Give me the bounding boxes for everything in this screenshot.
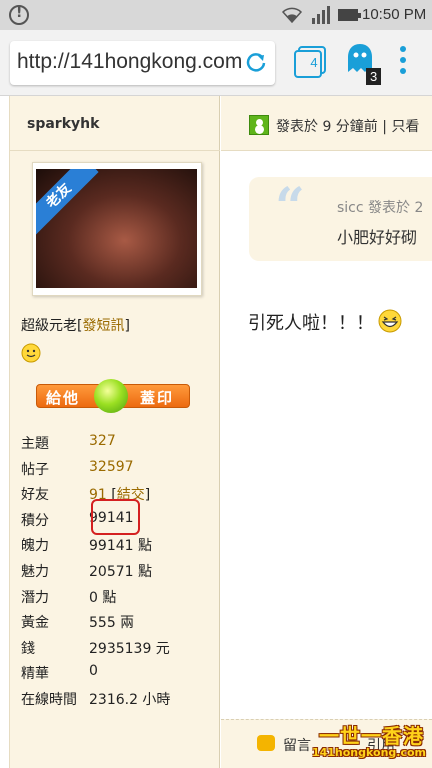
quote-text: 小肥好好砌 <box>337 228 418 247</box>
avatar-ribbon: 老友 <box>36 169 99 236</box>
user-rank: 超級元老[發短訊] <box>21 318 130 334</box>
reload-icon[interactable] <box>245 51 267 73</box>
stat-label: 魅力 <box>21 563 49 580</box>
wifi-icon <box>282 7 302 24</box>
reply-icon[interactable] <box>257 735 275 751</box>
stat-gold: 黃金 555 兩 <box>21 612 216 638</box>
address-bar[interactable]: http://141hongkong.com <box>10 41 275 85</box>
stat-value[interactable]: 327 <box>89 433 116 449</box>
menu-button[interactable] <box>397 46 409 80</box>
stamp-ball-icon <box>94 379 128 413</box>
stat-label: 魄力 <box>21 538 49 555</box>
stat-essence: 精華 0 <box>21 663 216 689</box>
user-stats: 主題 327 帖子 32597 好友 91 [結交] 積分 99141 魄力 9… <box>21 433 216 715</box>
stat-posts: 帖子 32597 <box>21 459 216 485</box>
tabs-button[interactable]: 4 <box>293 45 327 79</box>
avatar[interactable]: 老友 <box>32 162 202 296</box>
stat-courage: 魄力 99141 點 <box>21 535 216 561</box>
view-author-only-link[interactable]: 只看 <box>391 119 419 135</box>
stat-topics: 主題 327 <box>21 433 216 459</box>
give-stamp-button[interactable]: 給他 蓋印 <box>36 379 190 413</box>
post-content: 發表於 9 分鐘前 | 只看 “ sicc 發表於 2 小肥好好砌 引死人啦！！… <box>221 96 432 768</box>
stat-label: 錢 <box>21 640 35 657</box>
user-header: sparkyhk <box>10 96 220 151</box>
stat-label: 精華 <box>21 666 49 683</box>
stat-label: 帖子 <box>21 461 49 478</box>
stat-value: 0 <box>89 663 98 680</box>
stat-online-time: 在線時間 2316.2 小時 <box>21 689 216 715</box>
url-text[interactable]: http://141hongkong.com <box>17 50 247 74</box>
stat-value: 2935139 元 <box>89 640 170 657</box>
stat-potential: 潛力 0 點 <box>21 587 216 613</box>
stat-label: 潛力 <box>21 589 49 606</box>
stat-value: 20571 點 <box>89 563 152 580</box>
quote-block: “ sicc 發表於 2 小肥好好砌 <box>249 177 432 261</box>
stat-value: 2316.2 小時 <box>89 691 171 708</box>
stat-value: 555 兩 <box>89 615 135 632</box>
menu-dot <box>400 68 406 74</box>
post-text: 引死人啦！！！ <box>248 313 374 334</box>
grin-smiley-icon <box>378 309 402 333</box>
post-time-text: 發表於 9 分鐘前 <box>276 119 378 135</box>
stat-label: 積分 <box>21 512 49 529</box>
status-bar: 10:50 PM <box>0 0 432 30</box>
clock: 10:50 PM <box>362 6 427 23</box>
forum-post: sparkyhk 老友 超級元老[發短訊] 給他 蓋印 主題 327 帖子 32… <box>0 96 432 768</box>
send-pm-link[interactable]: 發短訊 <box>82 318 124 334</box>
stat-value: 0 點 <box>89 589 117 606</box>
username[interactable]: sparkyhk <box>27 116 99 132</box>
quote-icon: “ <box>275 177 305 238</box>
stat-label: 主題 <box>21 436 49 452</box>
menu-dot <box>400 46 406 52</box>
stamp-label-right: 蓋印 <box>140 389 175 407</box>
browser-toolbar: http://141hongkong.com 4 3 <box>0 30 432 96</box>
stat-value[interactable]: 32597 <box>89 459 134 475</box>
tab-count: 4 <box>310 55 318 70</box>
avatar-image[interactable]: 老友 <box>36 169 197 288</box>
stat-money: 錢 2935139 元 <box>21 638 216 664</box>
stat-value: 99141 點 <box>89 538 152 555</box>
signal-icon <box>312 6 330 24</box>
stat-label: 黃金 <box>21 615 49 632</box>
watermark-title: 一世一香港 <box>319 724 424 748</box>
stat-label: 好友 <box>21 487 49 504</box>
quote-author: sicc 發表於 2 <box>337 200 424 216</box>
menu-dot <box>400 57 406 63</box>
site-watermark: 一世一香港 141hongkong.com <box>300 718 432 768</box>
alert-icon <box>9 5 29 25</box>
battery-icon <box>338 9 361 21</box>
smiley-icon <box>21 343 41 363</box>
stat-charm: 魅力 20571 點 <box>21 561 216 587</box>
rank-label: 超級元老 <box>21 318 77 334</box>
ghost-badge: 3 <box>366 68 382 85</box>
online-user-icon <box>249 115 269 135</box>
user-profile-panel: sparkyhk 老友 超級元老[發短訊] 給他 蓋印 主題 327 帖子 32… <box>9 96 220 768</box>
post-time: 發表於 9 分鐘前 | 只看 <box>276 119 420 135</box>
post-meta-bar: 發表於 9 分鐘前 | 只看 <box>221 96 432 151</box>
post-body: 引死人啦！！！ <box>248 309 402 335</box>
stat-label: 在線時間 <box>21 691 77 708</box>
ghostery-button[interactable]: 3 <box>344 42 384 90</box>
highlight-annotation <box>91 499 140 535</box>
stamp-label-left: 給他 <box>46 389 81 407</box>
watermark-url: 141hongkong.com <box>311 746 426 759</box>
